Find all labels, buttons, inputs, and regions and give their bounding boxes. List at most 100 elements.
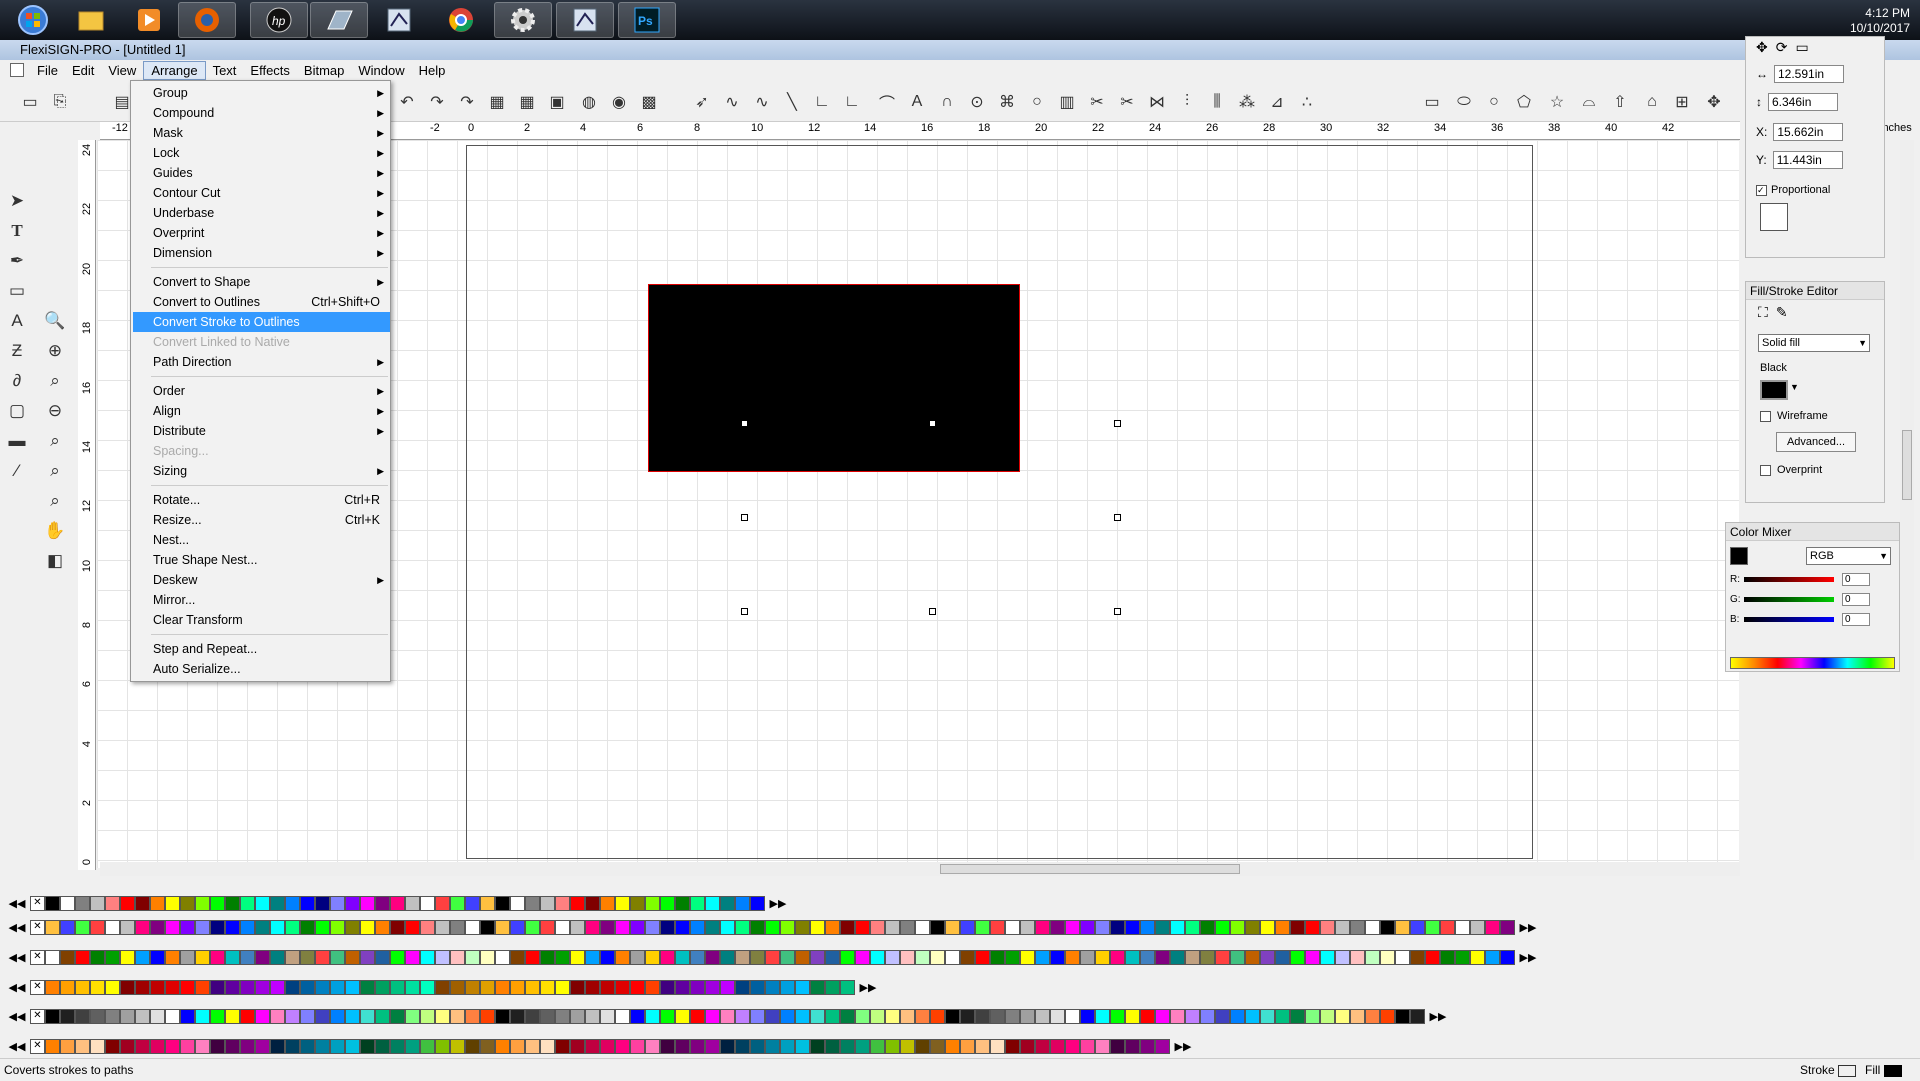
color-swatch[interactable] (135, 919, 150, 935)
color-swatch[interactable] (900, 1008, 915, 1024)
g-field[interactable]: 0 (1842, 593, 1870, 606)
color-swatch[interactable] (285, 919, 300, 935)
color-swatch[interactable] (90, 1038, 105, 1054)
menu-item-dimension[interactable]: Dimension ▶ (133, 243, 390, 263)
color-swatch[interactable] (1005, 1008, 1020, 1024)
no-color-swatch[interactable]: ✕ (30, 895, 45, 911)
color-swatch[interactable] (630, 1038, 645, 1054)
color-swatch[interactable] (720, 919, 735, 935)
polygon-tool-icon[interactable]: ⬠ (1512, 90, 1536, 114)
r-field[interactable]: 0 (1842, 573, 1870, 586)
color-swatch[interactable] (720, 895, 735, 911)
menu-item-sizing[interactable]: Sizing ▶ (133, 461, 390, 481)
color-swatch[interactable] (735, 949, 750, 965)
color-swatch[interactable] (810, 1038, 825, 1054)
color-swatch[interactable] (465, 949, 480, 965)
color-swatch[interactable] (150, 895, 165, 911)
color-swatch[interactable] (195, 919, 210, 935)
menu-item-order[interactable]: Order ▶ (133, 381, 390, 401)
color-swatch[interactable] (315, 895, 330, 911)
clock-date[interactable]: 10/10/2017 (1850, 21, 1910, 36)
color-swatch[interactable] (1110, 949, 1125, 965)
color-swatch[interactable] (405, 919, 420, 935)
color-swatch[interactable] (1080, 919, 1095, 935)
zoom-pan-icon[interactable]: 🔍 (42, 308, 68, 334)
color-swatch[interactable] (120, 895, 135, 911)
color-swatch[interactable] (90, 895, 105, 911)
menu-item-compound[interactable]: Compound ▶ (133, 103, 390, 123)
color-swatch[interactable] (960, 1008, 975, 1024)
color-swatch[interactable] (495, 895, 510, 911)
color-swatch[interactable] (690, 949, 705, 965)
height-field[interactable]: 6.346in (1768, 93, 1838, 111)
color-swatch[interactable] (1395, 1008, 1410, 1024)
color-swatch[interactable] (1125, 949, 1140, 965)
menu-item-path-direction[interactable]: Path Direction ▶ (133, 352, 390, 372)
color-swatch[interactable] (240, 1038, 255, 1054)
color-swatch[interactable] (1350, 1008, 1365, 1024)
color-swatch[interactable] (480, 949, 495, 965)
color-swatch[interactable] (900, 919, 915, 935)
color-swatch[interactable] (210, 949, 225, 965)
color-swatch[interactable] (300, 895, 315, 911)
palette-last-icon[interactable]: ▶▶ (855, 981, 881, 994)
color-swatch[interactable] (750, 979, 765, 995)
color-swatch[interactable] (1140, 1038, 1155, 1054)
color-swatch[interactable] (1035, 949, 1050, 965)
color-swatch[interactable] (255, 919, 270, 935)
color-swatch[interactable] (360, 979, 375, 995)
color-swatch[interactable] (540, 919, 555, 935)
palette-first-icon[interactable]: ◀◀ (4, 1040, 30, 1053)
color-swatch[interactable] (735, 1008, 750, 1024)
color-swatch[interactable] (870, 1038, 885, 1054)
app-ghost-icon[interactable] (310, 2, 368, 38)
arrow-shape-icon[interactable]: ⇧ (1608, 90, 1632, 114)
color-swatch[interactable] (1320, 919, 1335, 935)
color-swatch[interactable] (225, 1038, 240, 1054)
color-swatch[interactable] (45, 919, 60, 935)
color-swatch[interactable] (855, 1038, 870, 1054)
color-swatch[interactable] (540, 895, 555, 911)
color-swatch[interactable] (585, 979, 600, 995)
color-swatch[interactable] (165, 979, 180, 995)
color-swatch[interactable] (435, 919, 450, 935)
color-swatch[interactable] (1410, 1008, 1425, 1024)
menu-arrange[interactable]: Arrange (143, 60, 206, 80)
color-swatch[interactable] (150, 1038, 165, 1054)
color-swatch[interactable] (1320, 949, 1335, 965)
color-swatch[interactable] (360, 1038, 375, 1054)
text-a-tool-icon[interactable]: A (4, 308, 30, 334)
color-swatch[interactable] (1500, 949, 1515, 965)
color-swatch[interactable] (630, 949, 645, 965)
color-swatch[interactable] (180, 895, 195, 911)
color-swatch[interactable] (270, 895, 285, 911)
color-swatch[interactable] (780, 919, 795, 935)
color-swatch[interactable] (255, 949, 270, 965)
color-swatch[interactable] (705, 895, 720, 911)
color-swatch[interactable] (390, 949, 405, 965)
color-swatch[interactable] (570, 1008, 585, 1024)
color-swatch[interactable] (405, 979, 420, 995)
color-swatch[interactable] (600, 949, 615, 965)
color-swatch[interactable] (825, 949, 840, 965)
color-swatch[interactable] (1290, 1008, 1305, 1024)
color-swatch[interactable] (615, 1008, 630, 1024)
color-grid-icon[interactable]: ▩ (637, 90, 661, 114)
color-swatch[interactable] (990, 1008, 1005, 1024)
color-swatch[interactable] (60, 1008, 75, 1024)
color-swatch[interactable] (180, 1038, 195, 1054)
color-swatch[interactable] (675, 1008, 690, 1024)
color-swatch[interactable] (1035, 919, 1050, 935)
start-orb-icon[interactable] (4, 2, 62, 38)
color-swatch[interactable] (1140, 1008, 1155, 1024)
color-swatch[interactable] (225, 919, 240, 935)
color-swatch[interactable] (570, 919, 585, 935)
menu-item-clear-transform[interactable]: Clear Transform (133, 610, 390, 630)
color-swatch[interactable] (1140, 919, 1155, 935)
color-swatch[interactable] (885, 949, 900, 965)
color-swatch[interactable] (900, 1038, 915, 1054)
no-color-swatch[interactable]: ✕ (30, 949, 45, 965)
color-swatch[interactable] (1020, 1038, 1035, 1054)
color-swatch[interactable] (465, 1008, 480, 1024)
r-slider[interactable] (1744, 577, 1834, 582)
